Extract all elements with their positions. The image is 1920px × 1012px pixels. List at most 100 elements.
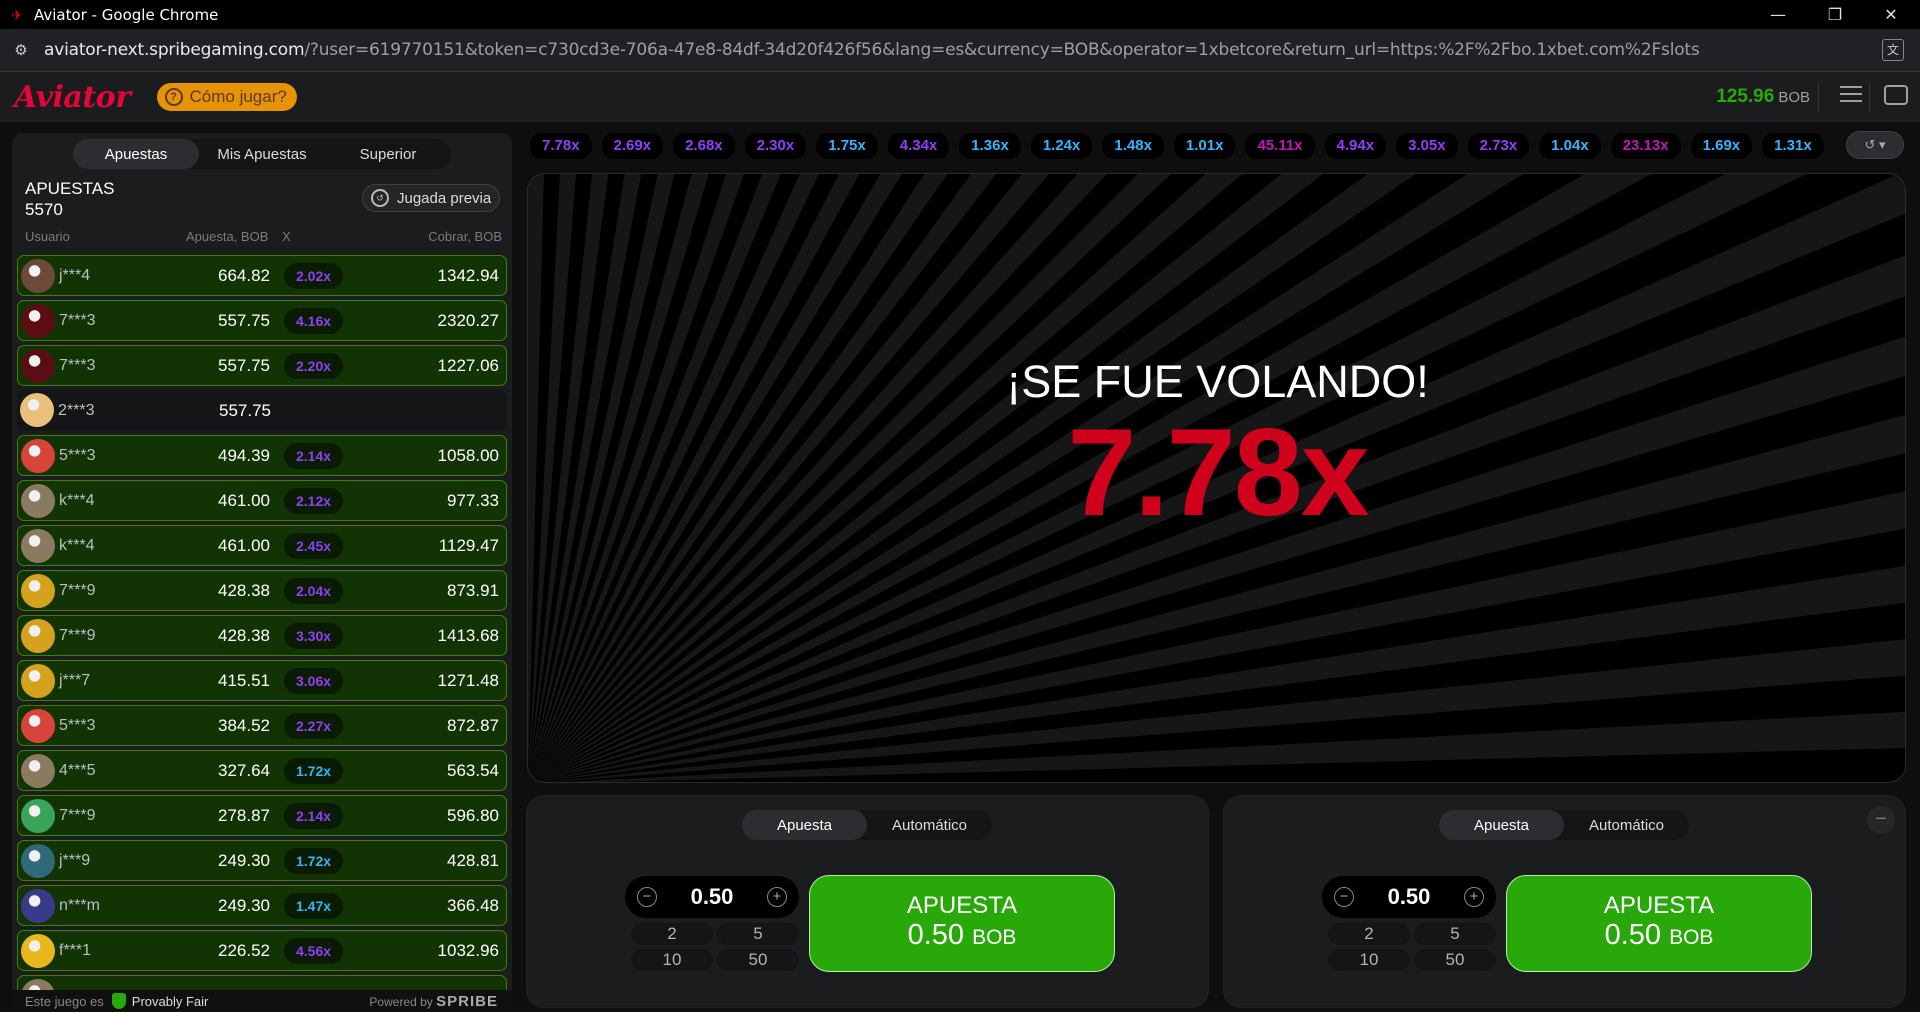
bet-payout: 1058.00 xyxy=(437,445,499,465)
col-cashout: Cobrar, BOB xyxy=(428,229,502,244)
increase-stake-button[interactable]: + xyxy=(1464,887,1484,907)
stake-value[interactable]: 0.50 xyxy=(1388,884,1431,910)
bet-amount: 428.38 xyxy=(218,625,270,645)
bets-list: j***4 664.82 2.02x 1342.94 7***3 557.75 4.16x 2… xyxy=(17,255,507,1012)
history-multiplier[interactable]: 23.13x xyxy=(1610,133,1681,159)
provably-fair-link[interactable]: Provably Fair xyxy=(132,994,209,1009)
bet-multiplier: 2.14x xyxy=(284,802,344,829)
quick-stake-50[interactable]: 50 xyxy=(717,949,799,971)
history-multiplier[interactable]: 1.01x xyxy=(1173,133,1236,159)
previous-round-button[interactable]: ↺ Jugada previa xyxy=(362,184,500,212)
menu-icon[interactable] xyxy=(1840,86,1862,106)
history-multiplier[interactable]: 2.69x xyxy=(601,133,664,159)
history-multiplier[interactable]: 4.34x xyxy=(887,133,950,159)
powered-by: Powered by SPRIBE xyxy=(369,993,498,1010)
history-multiplier[interactable]: 1.36x xyxy=(959,133,1021,159)
history-multiplier[interactable]: 2.30x xyxy=(744,133,807,159)
quick-stake-2[interactable]: 2 xyxy=(631,923,713,945)
quick-stake-5[interactable]: 5 xyxy=(1414,923,1496,945)
history-multiplier[interactable]: 1.31x xyxy=(1762,133,1824,159)
history-multiplier[interactable]: 45.11x xyxy=(1245,133,1315,159)
decrease-stake-button[interactable]: − xyxy=(1334,887,1354,907)
history-dropdown-button[interactable]: ↺ ▾ xyxy=(1846,131,1904,159)
history-multiplier[interactable]: 1.75x xyxy=(816,133,878,159)
url-text[interactable]: aviator-next.spribegaming.com/?user=6197… xyxy=(44,40,1700,60)
decrease-stake-button[interactable]: − xyxy=(637,887,657,907)
bet-row: 7***9 428.38 2.04x 873.91 xyxy=(17,570,507,611)
shield-icon xyxy=(111,993,126,1009)
quick-stake-10[interactable]: 10 xyxy=(1328,949,1410,971)
bet-multiplier: 2.12x xyxy=(284,487,344,514)
window-title: Aviator - Google Chrome xyxy=(34,5,219,24)
history-multiplier[interactable]: 1.24x xyxy=(1030,133,1093,159)
bet-amount: 461.00 xyxy=(218,535,270,555)
bet-row: n***m 249.30 1.47x 366.48 xyxy=(17,885,507,926)
bet-amount: 249.30 xyxy=(218,850,270,870)
avatar xyxy=(21,799,55,833)
crash-multiplier: 7.78x xyxy=(1067,404,1369,542)
bet-panel-1: Apuesta Automático − 0.50 + 2 5 10 50 AP… xyxy=(526,795,1209,1008)
tab-my-bets[interactable]: Mis Apuestas xyxy=(199,139,325,169)
bet-row: 5***3 384.52 2.27x 872.87 xyxy=(17,705,507,746)
minimize-button[interactable]: — xyxy=(1749,0,1807,29)
stake-value[interactable]: 0.50 xyxy=(691,884,734,910)
history-multiplier[interactable]: 1.69x xyxy=(1690,133,1753,159)
history-multiplier[interactable]: 2.73x xyxy=(1467,133,1530,159)
restore-button[interactable]: ❐ xyxy=(1806,0,1864,29)
bet-user: 5***3 xyxy=(59,716,96,734)
bet-user: 7***9 xyxy=(59,581,96,599)
bets-heading: APUESTAS 5570 xyxy=(25,178,114,220)
quick-stake-2[interactable]: 2 xyxy=(1328,923,1410,945)
tab-all-bets[interactable]: Apuestas xyxy=(73,139,199,169)
bet-user: f***1 xyxy=(59,941,92,959)
bet-payout: 428.81 xyxy=(447,850,499,870)
site-settings-icon[interactable]: ⚙ xyxy=(10,41,32,59)
avatar xyxy=(21,439,55,473)
bet-user: j***9 xyxy=(59,851,91,869)
chat-icon[interactable] xyxy=(1884,85,1908,105)
avatar xyxy=(21,259,55,293)
tab-top[interactable]: Superior xyxy=(325,139,451,169)
address-bar[interactable]: ⚙ aviator-next.spribegaming.com/?user=61… xyxy=(0,29,1920,72)
tab-bet[interactable]: Apuesta xyxy=(742,810,867,840)
tab-auto[interactable]: Automático xyxy=(1564,810,1689,840)
bet-row: 7***3 557.75 4.16x 2320.27 xyxy=(17,300,507,341)
history-multiplier[interactable]: 4.94x xyxy=(1324,133,1387,159)
quick-stake-5[interactable]: 5 xyxy=(717,923,799,945)
quick-stake-50[interactable]: 50 xyxy=(1414,949,1496,971)
increase-stake-button[interactable]: + xyxy=(767,887,787,907)
header-divider xyxy=(1869,82,1870,112)
quick-stake-10[interactable]: 10 xyxy=(631,949,713,971)
bet-user: 7***3 xyxy=(59,356,96,374)
close-button[interactable]: ✕ xyxy=(1862,0,1920,29)
translate-icon[interactable]: 文 xyxy=(1882,39,1904,61)
place-bet-button[interactable]: APUESTA 0.50 BOB xyxy=(809,875,1115,972)
history-multiplier[interactable]: 1.48x xyxy=(1102,133,1164,159)
place-bet-button[interactable]: APUESTA 0.50 BOB xyxy=(1506,875,1812,972)
how-to-play-button[interactable]: ? Cómo jugar? xyxy=(156,83,297,111)
history-multiplier[interactable]: 7.78x xyxy=(530,133,592,159)
bet-panel-2: − Apuesta Automático − 0.50 + 2 5 10 50 … xyxy=(1223,795,1906,1008)
tab-auto[interactable]: Automático xyxy=(867,810,992,840)
bet-multiplier: 1.47x xyxy=(284,892,344,919)
bet-row: 2***3 557.75 xyxy=(17,390,507,431)
bet-user: 2***3 xyxy=(58,401,95,419)
bet-mode-tabs: Apuesta Automático xyxy=(742,810,992,840)
bets-count: 5570 xyxy=(25,200,63,219)
bet-payout: 1227.06 xyxy=(437,355,499,375)
bet-payout: 2320.27 xyxy=(437,310,499,330)
bet-row: 4***5 327.64 1.72x 563.54 xyxy=(17,750,507,791)
history-multiplier[interactable]: 3.05x xyxy=(1396,133,1458,159)
col-x: X xyxy=(282,229,291,244)
how-to-play-label: Cómo jugar? xyxy=(189,87,287,106)
remove-panel-button[interactable]: − xyxy=(1867,806,1895,834)
footer-prefix: Este juego es xyxy=(25,993,104,1009)
tab-bet[interactable]: Apuesta xyxy=(1439,810,1564,840)
bet-payout: 1271.48 xyxy=(437,670,499,690)
history-multiplier[interactable]: 1.04x xyxy=(1539,133,1601,159)
history-multiplier[interactable]: 2.68x xyxy=(673,133,735,159)
bet-amount: 415.51 xyxy=(218,670,270,690)
previous-round-label: Jugada previa xyxy=(397,189,492,207)
bet-multiplier: 1.72x xyxy=(284,757,344,784)
bet-amount: 494.39 xyxy=(218,445,270,465)
